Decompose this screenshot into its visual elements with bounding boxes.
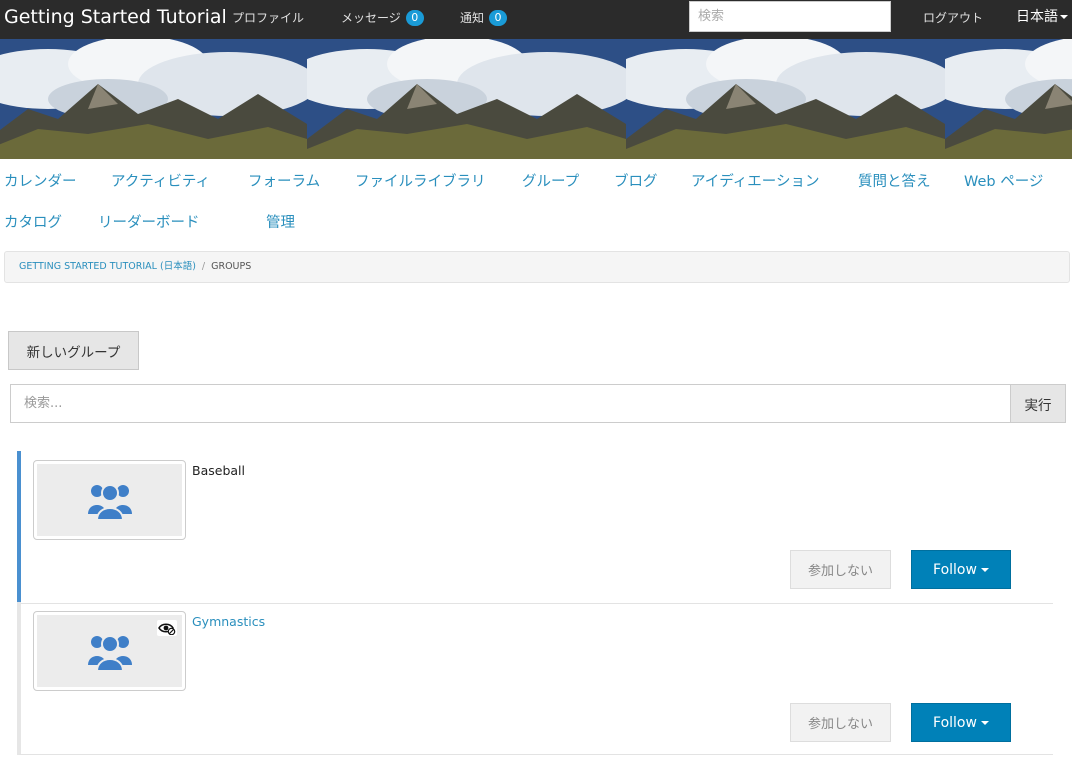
- top-search-input[interactable]: [689, 1, 891, 32]
- caret-down-icon: [980, 567, 989, 572]
- profile-label: プロファイル: [232, 11, 305, 25]
- private-eye-icon: [157, 620, 177, 636]
- group-thumbnail[interactable]: [33, 611, 186, 691]
- breadcrumb-current: GROUPS: [211, 261, 252, 272]
- follow-label: Follow: [933, 714, 977, 731]
- nav-item-admin[interactable]: 管理: [266, 211, 295, 232]
- group-thumbnail-frame: [37, 464, 182, 536]
- group-name-gymnastics[interactable]: Gymnastics: [192, 614, 265, 629]
- header-banner: [0, 39, 1072, 159]
- group-search-input[interactable]: [10, 384, 1011, 423]
- nav-item-ideation[interactable]: アイディエーション: [691, 170, 819, 191]
- decline-button[interactable]: 参加しない: [790, 703, 891, 742]
- nav-item-leaderboard[interactable]: リーダーボード: [98, 211, 200, 232]
- notifications-label: 通知: [460, 11, 485, 25]
- group-list-item: Baseball 参加しない Follow: [17, 451, 1053, 604]
- caret-down-icon: [980, 720, 989, 725]
- nav-item-calendar[interactable]: カレンダー: [4, 170, 77, 191]
- messages-label: メッセージ: [341, 11, 401, 25]
- nav-item-catalog[interactable]: カタログ: [4, 211, 62, 232]
- mountain-banner-image: [307, 39, 626, 159]
- group-thumbnail[interactable]: [33, 460, 186, 540]
- nav-item-forum[interactable]: フォーラム: [248, 170, 320, 191]
- nav-item-activity[interactable]: アクティビティ: [111, 170, 210, 191]
- group-name-baseball[interactable]: Baseball: [192, 463, 245, 478]
- language-label: 日本語: [1016, 9, 1058, 25]
- group-users-icon: [87, 635, 132, 671]
- chevron-down-icon: [1060, 15, 1068, 19]
- follow-label: Follow: [933, 561, 977, 578]
- nav-item-groups[interactable]: グループ: [522, 170, 579, 191]
- notifications-count-badge: 0: [489, 9, 508, 26]
- mountain-banner-image: [0, 39, 307, 159]
- nav-item-web-page[interactable]: Web ページ: [964, 170, 1043, 191]
- follow-dropdown-button[interactable]: Follow: [911, 703, 1011, 742]
- follow-dropdown-button[interactable]: Follow: [911, 550, 1011, 589]
- breadcrumb: GETTING STARTED TUTORIAL (日本語) / GROUPS: [4, 251, 1070, 283]
- nav-item-blog[interactable]: ブログ: [614, 170, 658, 191]
- breadcrumb-home-link[interactable]: GETTING STARTED TUTORIAL (日本語): [19, 261, 196, 272]
- top-navbar: Getting Started Tutorial プロファイル メッセージ 0 …: [0, 0, 1072, 39]
- group-list-item: Gymnastics 参加しない Follow: [17, 602, 1053, 755]
- language-dropdown[interactable]: 日本語: [1016, 6, 1068, 26]
- messages-count-badge: 0: [405, 9, 424, 26]
- logout-label: ログアウト: [923, 11, 984, 25]
- nav-item-qa[interactable]: 質問と答え: [858, 170, 931, 191]
- profile-link[interactable]: プロファイル: [232, 9, 304, 26]
- group-users-icon: [87, 484, 132, 520]
- logout-link[interactable]: ログアウト: [923, 9, 983, 26]
- nav-item-file-library[interactable]: ファイルライブラリ: [355, 170, 486, 191]
- search-submit-button[interactable]: 実行: [1010, 384, 1066, 423]
- brand-title[interactable]: Getting Started Tutorial: [4, 6, 227, 28]
- messages-link[interactable]: メッセージ 0: [341, 9, 424, 26]
- new-group-button[interactable]: 新しいグループ: [8, 331, 139, 370]
- breadcrumb-separator: /: [201, 261, 206, 272]
- mountain-banner-image: [945, 39, 1072, 159]
- mountain-banner-image: [626, 39, 945, 159]
- notifications-link[interactable]: 通知 0: [460, 9, 508, 26]
- decline-button[interactable]: 参加しない: [790, 550, 891, 589]
- group-search-bar: 実行: [10, 384, 1066, 423]
